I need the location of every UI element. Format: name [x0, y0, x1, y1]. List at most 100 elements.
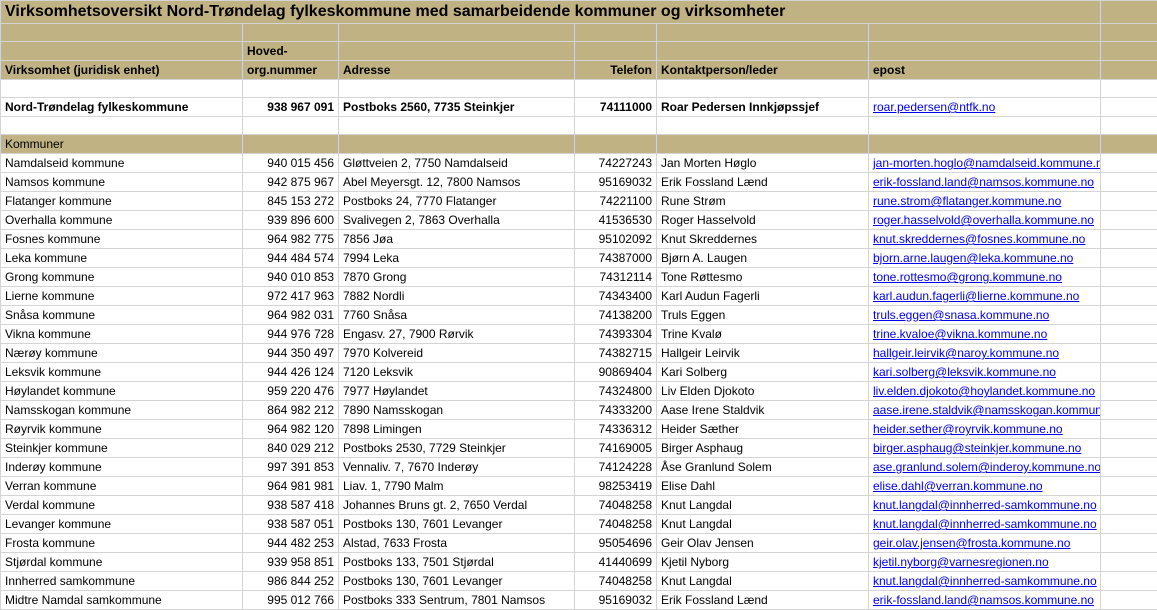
cell-telefon: 98253419: [575, 477, 657, 496]
header-row-1: Hoved-: [1, 42, 1157, 61]
epost-link[interactable]: roger.hasselvold@overhalla.kommune.no: [873, 213, 1094, 227]
cell-kontakt: Erik Fossland Lænd: [657, 591, 869, 610]
cell-org: 840 029 212: [243, 439, 339, 458]
cell-name: Snåsa kommune: [1, 306, 243, 325]
cell-adresse: Liav. 1, 7790 Malm: [339, 477, 575, 496]
table-row: Flatanger kommune845 153 272Postboks 24,…: [1, 192, 1157, 211]
epost-link[interactable]: kjetil.nyborg@varnesregionen.no: [873, 555, 1049, 569]
virksomhet-table: Virksomhetsoversikt Nord-Trøndelag fylke…: [0, 0, 1157, 610]
cell-org: 959 220 476: [243, 382, 339, 401]
main-adresse: Postboks 2560, 7735 Steinkjer: [339, 98, 575, 117]
cell-epost: kjetil.nyborg@varnesregionen.no: [869, 553, 1101, 572]
table-row: Leka kommune944 484 5747994 Leka74387000…: [1, 249, 1157, 268]
main-epost-link[interactable]: roar.pedersen@ntfk.no: [873, 100, 995, 114]
epost-link[interactable]: elise.dahl@verran.kommune.no: [873, 479, 1043, 493]
epost-link[interactable]: hallgeir.leirvik@naroy.kommune.no: [873, 346, 1059, 360]
cell-telefon: 74343400: [575, 287, 657, 306]
cell-org: 972 417 963: [243, 287, 339, 306]
epost-link[interactable]: trine.kvaloe@vikna.kommune.no: [873, 327, 1047, 341]
cell-telefon: 74333200: [575, 401, 657, 420]
header-epost: epost: [869, 61, 1101, 80]
section-kommuner-row: Kommuner: [1, 135, 1157, 154]
cell-adresse: Postboks 24, 7770 Flatanger: [339, 192, 575, 211]
cell-name: Verran kommune: [1, 477, 243, 496]
header-org: org.nummer: [243, 61, 339, 80]
epost-link[interactable]: truls.eggen@snasa.kommune.no: [873, 308, 1049, 322]
table-row: Leksvik kommune944 426 1247120 Leksvik90…: [1, 363, 1157, 382]
cell-epost: trine.kvaloe@vikna.kommune.no: [869, 325, 1101, 344]
epost-link[interactable]: knut.skreddernes@fosnes.kommune.no: [873, 232, 1085, 246]
main-name: Nord-Trøndelag fylkeskommune: [1, 98, 243, 117]
cell-kontakt: Trine Kvalø: [657, 325, 869, 344]
cell-org: 986 844 252: [243, 572, 339, 591]
epost-link[interactable]: liv.elden.djokoto@hoylandet.kommune.no: [873, 384, 1095, 398]
cell-org: 845 153 272: [243, 192, 339, 211]
cell-epost: knut.langdal@innherred-samkommune.no: [869, 572, 1101, 591]
table-row: Overhalla kommune939 896 600Svalivegen 2…: [1, 211, 1157, 230]
cell-epost: karl.audun.fagerli@lierne.kommune.no: [869, 287, 1101, 306]
cell-kontakt: Truls Eggen: [657, 306, 869, 325]
cell-name: Høylandet kommune: [1, 382, 243, 401]
cell-kontakt: Rune Strøm: [657, 192, 869, 211]
epost-link[interactable]: aase.irene.staldvik@namsskogan.kommune.n…: [873, 403, 1101, 417]
cell-kontakt: Heider Sæther: [657, 420, 869, 439]
cell-telefon: 41440699: [575, 553, 657, 572]
table-row: Vikna kommune944 976 728Engasv. 27, 7900…: [1, 325, 1157, 344]
cell-epost: knut.langdal@innherred-samkommune.no: [869, 496, 1101, 515]
epost-link[interactable]: knut.langdal@innherred-samkommune.no: [873, 574, 1097, 588]
epost-link[interactable]: heider.sether@royrvik.kommune.no: [873, 422, 1063, 436]
cell-kontakt: Roger Hasselvold: [657, 211, 869, 230]
epost-link[interactable]: ase.granlund.solem@inderoy.kommune.no: [873, 460, 1101, 474]
epost-link[interactable]: kari.solberg@leksvik.kommune.no: [873, 365, 1056, 379]
cell-kontakt: Geir Olav Jensen: [657, 534, 869, 553]
title-row: Virksomhetsoversikt Nord-Trøndelag fylke…: [1, 1, 1157, 24]
header-org-line1: Hoved-: [243, 42, 339, 61]
cell-org: 995 012 766: [243, 591, 339, 610]
cell-name: Namsos kommune: [1, 173, 243, 192]
epost-link[interactable]: knut.langdal@innherred-samkommune.no: [873, 498, 1097, 512]
table-row: Namsos kommune942 875 967Abel Meyersgt. …: [1, 173, 1157, 192]
cell-telefon: 74324800: [575, 382, 657, 401]
cell-name: Namdalseid kommune: [1, 154, 243, 173]
cell-kontakt: Kjetil Nyborg: [657, 553, 869, 572]
cell-adresse: Alstad, 7633 Frosta: [339, 534, 575, 553]
header-row-2: Virksomhet (juridisk enhet) org.nummer A…: [1, 61, 1157, 80]
epost-link[interactable]: birger.asphaug@steinkjer.kommune.no: [873, 441, 1081, 455]
epost-link[interactable]: tone.rottesmo@grong.kommune.no: [873, 270, 1062, 284]
epost-link[interactable]: karl.audun.fagerli@lierne.kommune.no: [873, 289, 1079, 303]
cell-name: Leksvik kommune: [1, 363, 243, 382]
cell-adresse: Postboks 130, 7601 Levanger: [339, 515, 575, 534]
cell-epost: truls.eggen@snasa.kommune.no: [869, 306, 1101, 325]
epost-link[interactable]: jan-morten.hoglo@namdalseid.kommune.no: [873, 156, 1101, 170]
epost-link[interactable]: geir.olav.jensen@frosta.kommune.no: [873, 536, 1070, 550]
epost-link[interactable]: erik-fossland.land@namsos.kommune.no: [873, 175, 1094, 189]
epost-link[interactable]: erik-fossland.land@namsos.kommune.no: [873, 593, 1094, 607]
epost-link[interactable]: knut.langdal@innherred-samkommune.no: [873, 517, 1097, 531]
cell-adresse: 7890 Namsskogan: [339, 401, 575, 420]
cell-telefon: 95054696: [575, 534, 657, 553]
main-telefon: 74111000: [575, 98, 657, 117]
cell-epost: rune.strom@flatanger.kommune.no: [869, 192, 1101, 211]
cell-epost: liv.elden.djokoto@hoylandet.kommune.no: [869, 382, 1101, 401]
cell-org: 944 484 574: [243, 249, 339, 268]
table-row: Grong kommune940 010 8537870 Grong743121…: [1, 268, 1157, 287]
cell-name: Nærøy kommune: [1, 344, 243, 363]
table-row: Namsskogan kommune864 982 2127890 Namssk…: [1, 401, 1157, 420]
cell-name: Grong kommune: [1, 268, 243, 287]
cell-org: 864 982 212: [243, 401, 339, 420]
cell-kontakt: Liv Elden Djokoto: [657, 382, 869, 401]
cell-epost: bjorn.arne.laugen@leka.kommune.no: [869, 249, 1101, 268]
cell-adresse: Postboks 2530, 7729 Steinkjer: [339, 439, 575, 458]
epost-link[interactable]: rune.strom@flatanger.kommune.no: [873, 194, 1061, 208]
cell-epost: heider.sether@royrvik.kommune.no: [869, 420, 1101, 439]
cell-kontakt: Knut Langdal: [657, 515, 869, 534]
epost-link[interactable]: bjorn.arne.laugen@leka.kommune.no: [873, 251, 1073, 265]
cell-adresse: Svalivegen 2, 7863 Overhalla: [339, 211, 575, 230]
header-adresse: Adresse: [339, 61, 575, 80]
cell-telefon: 74221100: [575, 192, 657, 211]
cell-epost: erik-fossland.land@namsos.kommune.no: [869, 591, 1101, 610]
cell-name: Vikna kommune: [1, 325, 243, 344]
cell-adresse: 7882 Nordli: [339, 287, 575, 306]
cell-telefon: 41536530: [575, 211, 657, 230]
cell-epost: erik-fossland.land@namsos.kommune.no: [869, 173, 1101, 192]
